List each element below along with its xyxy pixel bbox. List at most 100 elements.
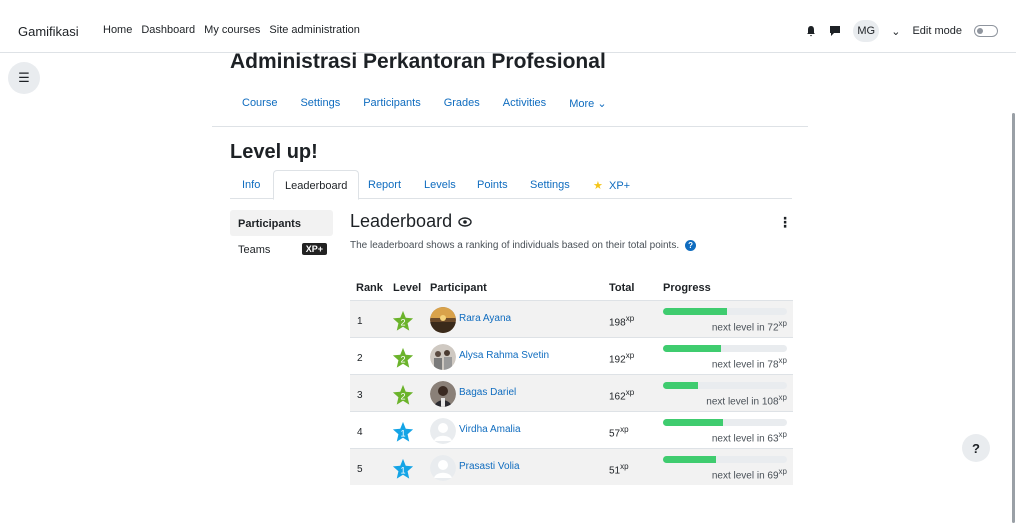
table-row: 4 1 Virdha Amalia 57xp next level in 63xp [350, 411, 793, 448]
tab-levels[interactable]: Levels [424, 170, 456, 199]
level-number: 2 [400, 318, 405, 328]
participant-link[interactable]: Alysa Rahma Svetin [459, 350, 549, 361]
nav-my-courses[interactable]: My courses [204, 24, 260, 36]
total-xp: 51xp [609, 462, 629, 477]
edit-mode-label: Edit mode [912, 25, 962, 37]
tab-xp-plus[interactable]: ★ XP+ [593, 170, 630, 199]
leaderboard-title: Leaderboard [350, 211, 453, 231]
col-rank: Rank [356, 282, 383, 294]
level-star-icon: 2 [392, 310, 414, 331]
table-header: Rank Level Participant Total Progress [350, 280, 793, 300]
course-nav-participants[interactable]: Participants [363, 97, 420, 110]
leaderboard-heading: Leaderboard [350, 211, 472, 232]
level-number: 1 [400, 429, 405, 439]
star-icon: ★ [593, 180, 603, 192]
level-star-icon: 2 [392, 384, 414, 405]
help-button[interactable]: ? [962, 434, 990, 462]
participant-link[interactable]: Virdha Amalia [459, 424, 521, 435]
progress-bar [663, 382, 787, 389]
progress-bar [663, 345, 787, 352]
tab-leaderboard[interactable]: Leaderboard [273, 170, 360, 200]
rank-value: 2 [357, 353, 363, 364]
tab-info[interactable]: Info [242, 170, 260, 199]
chevron-down-icon[interactable]: ⌄ [891, 25, 900, 38]
side-item-participants[interactable]: Participants [230, 210, 333, 236]
rank-value: 5 [357, 464, 363, 475]
side-item-teams[interactable]: Teams XP+ [230, 236, 333, 262]
user-avatar[interactable]: MG [853, 20, 880, 42]
course-nav-more[interactable]: More ⌄ [569, 97, 606, 110]
leaderboard-table: 1 2 Rara Ayana 198xp next level in 72xp 2 2 Aly… [350, 300, 793, 485]
divider [212, 126, 808, 127]
user-controls: MG ⌄ Edit mode [805, 20, 998, 42]
messages-icon[interactable] [829, 25, 841, 37]
course-nav-settings[interactable]: Settings [300, 97, 340, 110]
level-star-icon: 1 [392, 458, 414, 479]
description-text: The leaderboard shows a ranking of indiv… [350, 240, 680, 251]
col-total: Total [609, 282, 635, 294]
next-level-text: next level in 108xp [706, 393, 787, 408]
avatar [430, 307, 456, 333]
table-row: 3 2 Bagas Dariel 162xp next level in 108xp [350, 374, 793, 411]
chevron-down-icon: ⌄ [597, 98, 607, 110]
table-row: 2 2 Alysa Rahma Svetin 192xp next level in 7… [350, 337, 793, 374]
total-xp: 162xp [609, 388, 635, 403]
xp-plus-badge: XP+ [301, 243, 327, 255]
scrollbar[interactable] [1010, 53, 1016, 523]
progress-bar [663, 456, 787, 463]
bell-icon[interactable] [805, 25, 817, 37]
leaderboard-description: The leaderboard shows a ranking of indiv… [350, 240, 697, 251]
course-navigation: Course Settings Participants Grades Acti… [242, 97, 607, 110]
site-brand[interactable]: Gamifikasi [18, 24, 79, 39]
scrollbar-thumb[interactable] [1012, 113, 1015, 523]
help-icon[interactable]: ? [685, 240, 697, 251]
next-level-text: next level in 63xp [711, 430, 787, 445]
nav-site-administration[interactable]: Site administration [269, 24, 360, 36]
eye-icon [458, 216, 472, 227]
table-row: 1 2 Rara Ayana 198xp next level in 72xp [350, 300, 793, 337]
participant-link[interactable]: Prasasti Volia [459, 461, 520, 472]
level-star-icon: 1 [392, 421, 414, 442]
participant-link[interactable]: Rara Ayana [459, 313, 511, 324]
progress-bar-fill [663, 419, 723, 426]
next-level-text: next level in 72xp [711, 319, 787, 334]
total-xp: 192xp [609, 351, 635, 366]
total-xp: 198xp [609, 314, 635, 329]
course-nav-grades[interactable]: Grades [444, 97, 480, 110]
nav-home[interactable]: Home [103, 24, 132, 36]
top-navbar: Gamifikasi Home Dashboard My courses Sit… [0, 0, 1016, 53]
tab-settings[interactable]: Settings [530, 170, 570, 199]
avatar [430, 381, 456, 407]
course-index-toggle[interactable]: ☰ [8, 62, 40, 94]
progress-bar [663, 308, 787, 315]
default-avatar-icon [430, 418, 456, 444]
course-nav-course[interactable]: Course [242, 97, 277, 110]
rank-value: 3 [357, 390, 363, 401]
level-star-icon: 2 [392, 347, 414, 368]
page-title: Level up! [230, 141, 318, 163]
leaderboard-side-nav: Participants Teams XP+ [230, 210, 333, 262]
level-number: 2 [400, 392, 405, 402]
default-avatar-icon [430, 455, 456, 481]
course-nav-activities[interactable]: Activities [503, 97, 546, 110]
tab-report[interactable]: Report [368, 170, 401, 199]
edit-mode-toggle[interactable] [974, 25, 998, 37]
progress-bar-fill [663, 345, 722, 352]
avatar [430, 344, 456, 370]
next-level-text: next level in 69xp [711, 467, 787, 482]
list-icon: ☰ [18, 70, 30, 85]
nav-dashboard[interactable]: Dashboard [141, 24, 195, 36]
rank-value: 4 [357, 427, 363, 438]
plugin-tabs: Info Leaderboard Report Levels Points Se… [230, 170, 792, 200]
participant-link[interactable]: Bagas Dariel [459, 387, 516, 398]
col-level: Level [393, 282, 422, 294]
course-title: Administrasi Perkantoran Profesional [230, 50, 606, 73]
primary-navigation: Home Dashboard My courses Site administr… [103, 24, 360, 36]
level-number: 2 [400, 355, 405, 365]
total-xp: 57xp [609, 425, 629, 440]
tab-points[interactable]: Points [477, 170, 508, 199]
kebab-menu-icon[interactable]: ⋮ [778, 214, 792, 231]
progress-bar-fill [663, 456, 717, 463]
col-progress: Progress [663, 282, 711, 294]
table-row: 5 1 Prasasti Volia 51xp next level in 69xp [350, 448, 793, 485]
